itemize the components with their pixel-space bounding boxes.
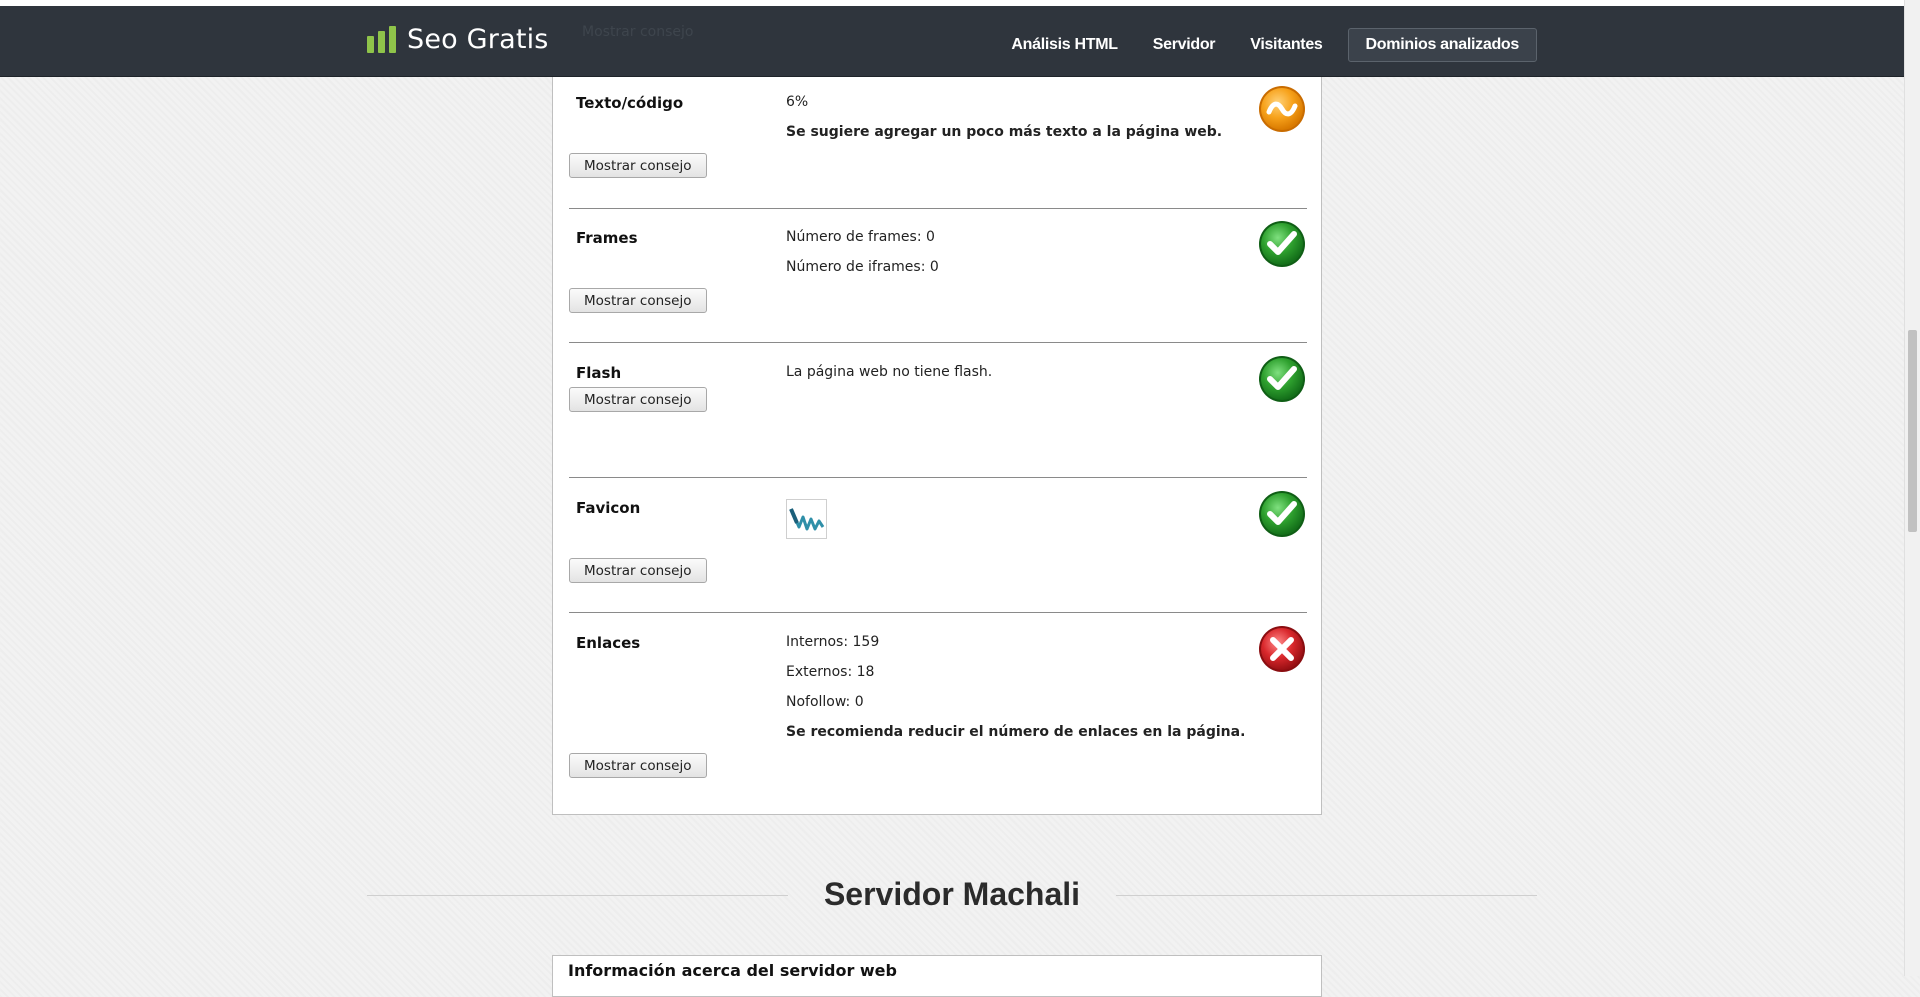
mostrar-consejo-button[interactable]: Mostrar consejo (569, 558, 707, 583)
row-label: Texto/código (576, 94, 684, 112)
bar-chart-icon (367, 26, 396, 53)
site-favicon-icon (786, 499, 827, 539)
server-info-title: Información acerca del servidor web (568, 961, 897, 980)
server-info-panel: Información acerca del servidor web (552, 955, 1322, 997)
detail-recommendation: Se sugiere agregar un poco más texto a l… (786, 124, 1223, 140)
analysis-row-enlaces: Enlaces Internos: 159 Externos: 18 Nofol… (569, 626, 1307, 784)
detail-line: Nofollow: 0 (786, 694, 864, 710)
detail-line: Número de frames: 0 (786, 229, 935, 245)
mostrar-consejo-button[interactable]: Mostrar consejo (569, 288, 707, 313)
scrollbar-thumb[interactable] (1908, 330, 1917, 532)
analysis-row-flash: Flash La página web no tiene flash. Most… (569, 356, 1307, 478)
brand-logo[interactable]: Seo Gratis (367, 24, 549, 55)
row-label: Flash (576, 364, 622, 382)
mostrar-consejo-button[interactable]: Mostrar consejo (569, 753, 707, 778)
detail-recommendation: Se recomienda reducir el número de enlac… (786, 724, 1246, 740)
row-details: 6% Se sugiere agregar un poco más texto … (786, 94, 1246, 154)
row-details: La página web no tiene flash. (786, 364, 1246, 394)
check-icon (1257, 354, 1307, 404)
main-nav: Análisis HTML Servidor Visitantes Domini… (1011, 28, 1537, 62)
detail-line: Número de iframes: 0 (786, 259, 939, 275)
section-divider-right (1116, 895, 1537, 896)
mostrar-consejo-button[interactable]: Mostrar consejo (569, 153, 707, 178)
nav-analisis-html[interactable]: Análisis HTML (1011, 36, 1118, 54)
nav-dominios-analizados[interactable]: Dominios analizados (1347, 28, 1537, 62)
detail-line: Externos: 18 (786, 664, 875, 680)
mostrar-consejo-button[interactable]: Mostrar consejo (569, 387, 707, 412)
detail-line: 6% (786, 94, 809, 110)
row-label: Enlaces (576, 634, 641, 652)
cross-icon (1257, 624, 1307, 674)
detail-line: Internos: 159 (786, 634, 880, 650)
brand-name: Seo Gratis (407, 24, 549, 55)
section-title: Servidor Machali (823, 876, 1081, 912)
row-details (786, 499, 1246, 539)
top-navbar: Mostrar consejo Seo Gratis Análisis HTML… (0, 6, 1904, 77)
page-scrollbar[interactable] (1904, 0, 1920, 976)
nav-visitantes[interactable]: Visitantes (1250, 36, 1323, 54)
row-label: Favicon (576, 499, 641, 517)
analysis-panel: Texto/código 6% Se sugiere agregar un po… (552, 54, 1322, 815)
row-label: Frames (576, 229, 638, 247)
row-details: Internos: 159 Externos: 18 Nofollow: 0 S… (786, 634, 1246, 754)
warning-wave-icon (1257, 84, 1307, 134)
row-details: Número de frames: 0 Número de iframes: 0 (786, 229, 1246, 289)
analysis-row-favicon: Favicon Mostrar consejo (569, 491, 1307, 613)
analysis-row-texto-codigo: Texto/código 6% Se sugiere agregar un po… (569, 86, 1307, 209)
scrolled-ghost-text: Mostrar consejo (582, 24, 694, 40)
detail-line: La página web no tiene flash. (786, 364, 993, 380)
check-icon (1257, 219, 1307, 269)
check-icon (1257, 489, 1307, 539)
nav-servidor[interactable]: Servidor (1153, 36, 1216, 54)
analysis-row-frames: Frames Número de frames: 0 Número de ifr… (569, 221, 1307, 343)
